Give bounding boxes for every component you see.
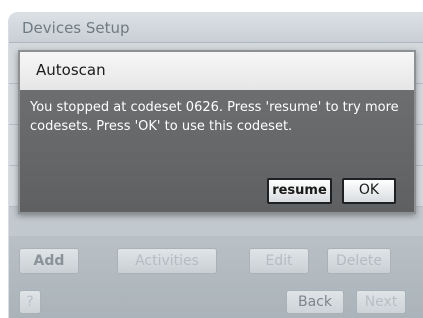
- next-button[interactable]: Next: [356, 290, 406, 314]
- edit-button[interactable]: Edit: [249, 248, 309, 274]
- add-button[interactable]: Add: [19, 248, 79, 274]
- dialog-title-bar: Autoscan: [20, 52, 414, 90]
- dialog-title: Autoscan: [36, 61, 106, 79]
- ok-button[interactable]: OK: [342, 178, 396, 204]
- page-title: Devices Setup: [22, 19, 130, 37]
- help-icon: ?: [26, 294, 34, 310]
- autoscan-dialog: Autoscan You stopped at codeset 0626. Pr…: [18, 50, 416, 214]
- activities-button[interactable]: Activities: [117, 248, 217, 274]
- resume-button[interactable]: resume: [267, 178, 332, 204]
- delete-button[interactable]: Delete: [327, 248, 391, 274]
- dialog-message: You stopped at codeset 0626. Press 'resu…: [30, 100, 399, 134]
- help-button[interactable]: ?: [19, 290, 41, 314]
- back-button[interactable]: Back: [286, 290, 344, 314]
- title-bar: Devices Setup: [9, 12, 423, 43]
- bottom-toolbar: Add Activities Edit Delete ? Back Next: [9, 236, 423, 318]
